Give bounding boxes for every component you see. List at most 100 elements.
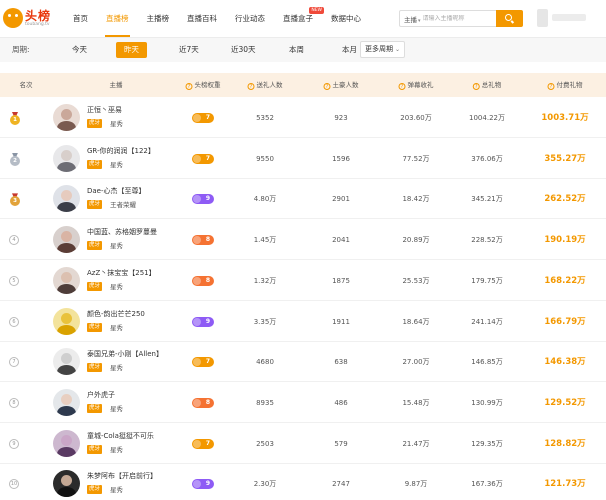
search-input[interactable]: [422, 15, 483, 22]
platform-tag: 虎牙: [87, 403, 103, 413]
anchor-category: 星秀: [110, 160, 123, 169]
weight-badge: 9: [192, 194, 214, 205]
platform-tag: 虎牙: [87, 159, 103, 169]
anchor-name[interactable]: AzZ丶抹宝宝【251】: [87, 268, 156, 278]
table-row[interactable]: 7 泰国兄弟-小刚【Allen】 虎牙 星秀 7 4680 638 27.00万…: [0, 342, 606, 383]
anchor-category: 星秀: [110, 445, 123, 454]
anchor-name[interactable]: Dae-心杰【至尊】: [87, 186, 146, 196]
rank-number: 5: [9, 275, 19, 286]
total-gifts-value: 129.35万: [471, 439, 503, 448]
givers-count: 9550: [256, 154, 274, 163]
column-header-danmu-gifts[interactable]: ? 弹幕收礼: [398, 73, 434, 97]
user-name[interactable]: [552, 14, 586, 21]
weight-badge: 7: [192, 438, 214, 449]
paid-gifts-value: 1003.71万: [541, 113, 589, 123]
givers-count: 5352: [256, 114, 274, 122]
column-header-givers[interactable]: ? 送礼人数: [247, 73, 283, 97]
anchor-name[interactable]: 泰国兄弟-小刚【Allen】: [87, 349, 163, 359]
info-icon: ?: [323, 83, 331, 90]
anchor-name[interactable]: 正恒丶巫易: [87, 105, 122, 115]
nav-item-live-wiki[interactable]: 直播百科: [178, 0, 226, 37]
nav-item-data-center[interactable]: 数据中心: [322, 0, 370, 37]
anchor-name[interactable]: 户外虎子: [87, 390, 115, 400]
weight-level-icon: [193, 236, 201, 245]
table-row[interactable]: 5 AzZ丶抹宝宝【251】 虎牙 星秀 8 1.32万 1875 25.53万…: [0, 261, 606, 301]
column-header-paid-gifts[interactable]: ? 付费礼物: [547, 73, 583, 97]
givers-count: 1.45万: [253, 236, 277, 245]
anchor-category: 星秀: [110, 282, 123, 291]
search-type-select[interactable]: 主播▾: [400, 14, 423, 24]
anchor-category: 星秀: [110, 404, 123, 413]
tycoons-count: 579: [334, 439, 348, 448]
danmu-gifts-value: 9.87万: [404, 480, 428, 489]
anchor-avatar[interactable]: [53, 388, 80, 416]
anchor-avatar[interactable]: [53, 266, 80, 294]
anchor-name[interactable]: 中国蓝、苏格姻罗蔓曼: [87, 227, 157, 237]
more-periods-dropdown[interactable]: 更多周期 ⌄: [360, 41, 406, 58]
anchor-avatar[interactable]: [53, 226, 80, 254]
anchor-avatar[interactable]: [53, 144, 80, 172]
paid-gifts-value: 168.22万: [544, 275, 586, 286]
anchor-avatar[interactable]: [53, 470, 80, 498]
user-avatar[interactable]: [537, 9, 548, 27]
tab-yesterday[interactable]: 昨天: [116, 42, 147, 58]
weight-badge: 7: [192, 153, 214, 164]
anchor-avatar[interactable]: [53, 104, 80, 131]
tab-last-7-days[interactable]: 近7天: [171, 42, 207, 58]
weight-level-icon: [193, 114, 201, 122]
table-row[interactable]: 3 Dae-心杰【至尊】 虎牙 王者荣耀 9 4.80万 2901 18.42万…: [0, 179, 606, 220]
tab-today[interactable]: 今天: [64, 42, 95, 58]
rank-number: 6: [9, 316, 19, 327]
nav-item-home[interactable]: 首页: [64, 0, 97, 37]
weight-badge: 7: [192, 113, 214, 123]
info-icon: ?: [472, 83, 480, 90]
column-header-tycoons[interactable]: ? 土豪人数: [323, 73, 359, 97]
danmu-gifts-value: 21.47万: [402, 439, 430, 448]
anchor-avatar[interactable]: [53, 185, 80, 213]
column-header-weight[interactable]: ? 头榜权重: [185, 73, 221, 97]
rank-number: 4: [9, 235, 19, 246]
table-row[interactable]: 6 颜色-韵出芒芒250 虎牙 星秀 9 3.35万 1911 18.64万 2…: [0, 302, 606, 342]
weight-level-icon: [193, 195, 201, 204]
period-label: 周期:: [12, 45, 30, 54]
paid-gifts-value: 190.19万: [544, 235, 586, 246]
tycoons-count: 1911: [332, 317, 350, 326]
nav-item-industry-news[interactable]: 行业动态: [226, 0, 274, 37]
paid-gifts-value: 355.27万: [544, 153, 586, 164]
weight-level-icon: [193, 317, 201, 326]
danmu-gifts-value: 20.89万: [402, 236, 430, 245]
info-icon: ?: [185, 83, 193, 90]
column-header-total-gifts[interactable]: ? 总礼物: [472, 73, 501, 97]
table-row[interactable]: 2 GR-你的润润【122】 虎牙 星秀 7 9550 1596 77.52万 …: [0, 139, 606, 179]
nav-item-live-rank[interactable]: 直播榜: [97, 0, 138, 37]
table-row[interactable]: 4 中国蓝、苏格姻罗蔓曼 虎牙 星秀 8 1.45万 2041 20.89万 2…: [0, 220, 606, 261]
anchor-name[interactable]: 童城-Cola挺挺不可乐: [87, 431, 154, 441]
table-row[interactable]: 10 朱梦阿布【开启前行】 虎牙 星秀 9 2.30万 2747 9.87万 1…: [0, 464, 606, 500]
anchor-avatar[interactable]: [53, 307, 80, 335]
search-button[interactable]: [496, 10, 523, 27]
total-gifts-value: 228.52万: [471, 236, 503, 245]
nav-item-live-box[interactable]: 直播盒子 NEW: [274, 0, 324, 37]
rank-medal-icon: 1: [10, 112, 20, 125]
tycoons-count: 2747: [332, 480, 350, 489]
anchor-category: 王者荣耀: [110, 201, 136, 210]
platform-tag: 虎牙: [87, 322, 103, 332]
tab-this-week[interactable]: 本周: [281, 42, 312, 58]
tab-last-30-days[interactable]: 近30天: [223, 42, 264, 58]
nav-item-live-box-label: 直播盒子: [283, 14, 313, 23]
weight-level-icon: [193, 439, 201, 448]
table-row[interactable]: 1 正恒丶巫易 虎牙 星秀 7 5352 923 203.60万 1004.22…: [0, 98, 606, 138]
platform-tag: 虎牙: [87, 444, 103, 454]
anchor-category: 星秀: [110, 323, 123, 332]
table-row[interactable]: 9 童城-Cola挺挺不可乐 虎牙 星秀 7 2503 579 21.47万 1…: [0, 424, 606, 464]
nav-item-anchor-rank[interactable]: 主播榜: [138, 0, 179, 37]
anchor-name[interactable]: GR-你的润润【122】: [87, 146, 155, 156]
anchor-avatar[interactable]: [53, 348, 80, 376]
site-logo[interactable]: 头榜 toubang.tv: [3, 7, 55, 31]
main-nav: 首页 直播榜 主播榜 直播百科 行业动态 直播盒子 NEW 数据中心: [64, 0, 370, 37]
anchor-name[interactable]: 朱梦阿布【开启前行】: [87, 471, 157, 481]
givers-count: 4.80万: [253, 195, 277, 204]
anchor-name[interactable]: 颜色-韵出芒芒250: [87, 309, 145, 319]
table-row[interactable]: 8 户外虎子 虎牙 星秀 8 8935 486 15.48万 130.99万 1…: [0, 383, 606, 423]
anchor-avatar[interactable]: [53, 429, 80, 457]
